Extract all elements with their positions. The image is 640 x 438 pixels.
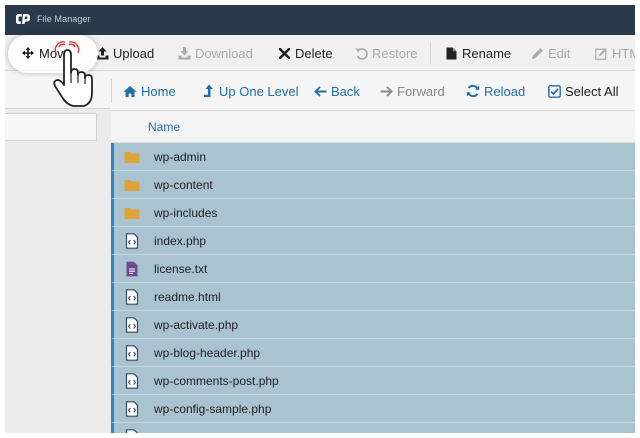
cpanel-logo-icon — [16, 14, 30, 24]
reload-button[interactable]: Reload — [466, 71, 525, 111]
file-name: readme.html — [154, 290, 221, 304]
file-name: wp-admin — [154, 150, 207, 164]
arrow-right-icon — [379, 84, 393, 98]
rename-label: Rename — [462, 45, 512, 61]
forward-button[interactable]: Forward — [379, 71, 445, 111]
title-bar: File Manager — [5, 5, 635, 35]
upload-label: Upload — [113, 45, 155, 61]
nav-divider — [111, 79, 112, 103]
file-row[interactable] — [111, 423, 635, 433]
code-file-icon — [125, 345, 139, 361]
file-row[interactable]: wp-comments-post.php — [111, 367, 635, 395]
edit-label: Edit — [548, 45, 571, 61]
code-file-icon — [125, 401, 139, 417]
folder-icon — [124, 208, 140, 219]
select-all-button[interactable]: Select All — [547, 71, 618, 111]
folder-icon — [124, 152, 140, 163]
restore-button[interactable]: Restore — [354, 35, 418, 71]
file-name: wp-blog-header.php — [154, 346, 261, 360]
edit-button[interactable]: Edit — [530, 35, 570, 71]
back-label: Back — [331, 83, 360, 99]
pencil-icon — [530, 46, 544, 60]
folder-icon — [124, 180, 140, 191]
file-name: wp-content — [154, 178, 213, 192]
restore-icon — [354, 46, 368, 60]
select-all-label: Select All — [565, 83, 619, 99]
html-editor-button[interactable]: HTML Editor — [594, 35, 635, 71]
code-file-icon — [125, 373, 139, 389]
rename-button[interactable]: Rename — [444, 35, 511, 71]
file-row[interactable]: license.txt — [111, 255, 635, 283]
code-file-icon — [125, 289, 139, 305]
file-name: license.txt — [154, 262, 208, 276]
code-file-icon — [125, 233, 139, 249]
navigation-bar: Home Up One Level Back Forward Reload Se… — [111, 71, 635, 111]
file-name: wp-includes — [154, 206, 218, 220]
toolbar-divider — [430, 42, 431, 64]
file-row[interactable]: wp-config-sample.php — [111, 395, 635, 423]
move-icon — [21, 46, 35, 60]
download-icon — [177, 46, 191, 60]
file-row[interactable]: wp-admin — [111, 143, 635, 171]
checkbox-checked-icon — [547, 84, 561, 98]
rename-file-icon — [444, 46, 458, 60]
directory-tree-panel — [5, 71, 111, 433]
forward-label: Forward — [397, 83, 445, 99]
level-up-icon — [201, 84, 215, 98]
upload-button[interactable]: Upload — [95, 35, 154, 71]
column-header-name[interactable]: Name — [148, 120, 180, 134]
file-row[interactable]: index.php — [111, 227, 635, 255]
home-icon — [123, 84, 137, 98]
file-name: wp-activate.php — [154, 318, 239, 332]
restore-label: Restore — [372, 45, 418, 61]
file-name: wp-config-sample.php — [154, 402, 272, 416]
file-manager-window: File Manager Move Upload Download Delet — [5, 5, 635, 433]
hand-pointer-cursor-icon — [53, 41, 93, 107]
delete-icon — [277, 46, 291, 60]
file-list: wp-admin wp-content wp-includes index.ph… — [111, 143, 635, 433]
file-name: index.php — [154, 234, 207, 248]
up-one-level-button[interactable]: Up One Level — [201, 71, 299, 111]
download-label: Download — [195, 45, 253, 61]
code-file-icon — [125, 317, 139, 333]
delete-button[interactable]: Delete — [277, 35, 333, 71]
file-row[interactable]: wp-includes — [111, 199, 635, 227]
home-button[interactable]: Home — [123, 71, 176, 111]
refresh-icon — [466, 84, 480, 98]
file-row[interactable]: wp-activate.php — [111, 311, 635, 339]
back-button[interactable]: Back — [313, 71, 360, 111]
home-label: Home — [141, 83, 176, 99]
file-row[interactable]: wp-content — [111, 171, 635, 199]
app-title: File Manager — [37, 14, 91, 24]
code-file-icon — [125, 429, 139, 433]
tree-path-box[interactable] — [5, 113, 97, 141]
file-row[interactable]: wp-blog-header.php — [111, 339, 635, 367]
file-row[interactable]: readme.html — [111, 283, 635, 311]
html-editor-icon — [594, 46, 608, 60]
up-one-level-label: Up One Level — [219, 83, 299, 99]
download-button[interactable]: Download — [177, 35, 253, 71]
arrow-left-icon — [313, 84, 327, 98]
reload-label: Reload — [484, 83, 526, 99]
file-table-header: Name — [111, 111, 635, 143]
html-editor-label: HTML Editor — [612, 45, 635, 61]
text-file-icon — [126, 261, 138, 277]
delete-label: Delete — [295, 45, 333, 61]
file-name: wp-comments-post.php — [154, 374, 279, 388]
